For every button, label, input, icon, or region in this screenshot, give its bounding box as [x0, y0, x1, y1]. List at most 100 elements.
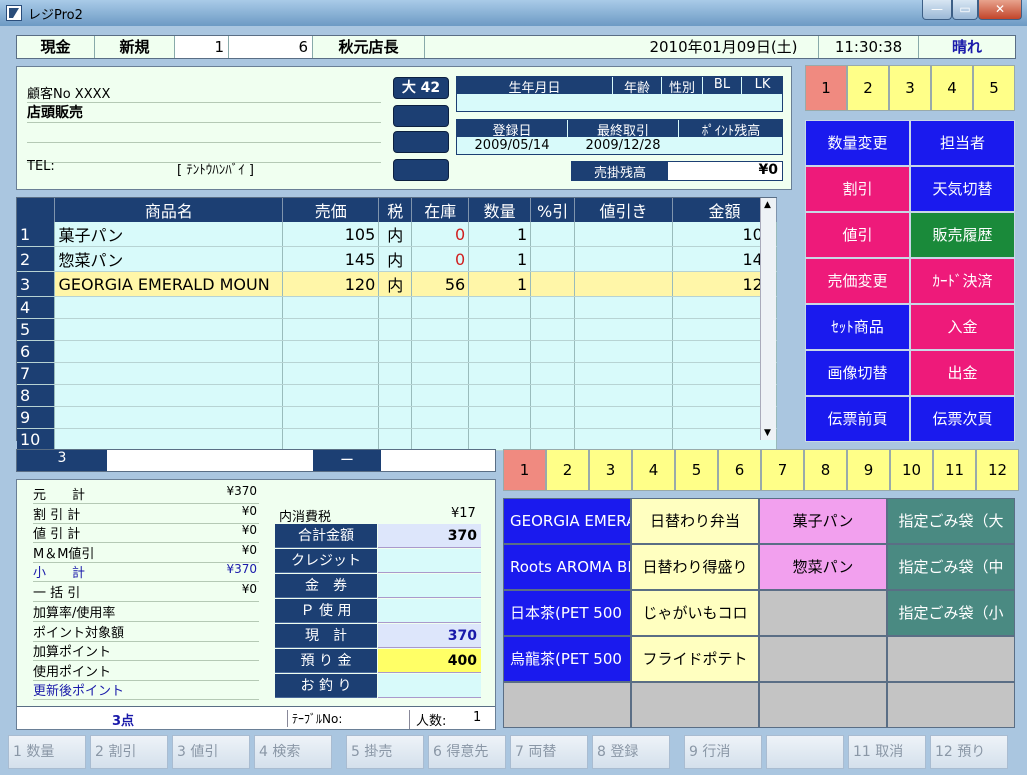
grid-cell[interactable]: [411, 428, 470, 451]
grid-cell[interactable]: [411, 406, 470, 429]
grid-cell[interactable]: 1: [468, 222, 532, 247]
grid-cell[interactable]: 56: [411, 271, 470, 297]
weather-display[interactable]: 晴れ: [919, 36, 1015, 58]
fn-button-2[interactable]: 割引: [805, 166, 910, 212]
grid-cell[interactable]: [282, 362, 380, 385]
function-key-4[interactable]: 4 検索: [254, 735, 332, 769]
grid-cell[interactable]: [378, 406, 413, 429]
grid-cell[interactable]: GEORGIA EMERALD MOUN: [54, 271, 284, 297]
product-page-tab-9[interactable]: 9: [847, 449, 890, 491]
grid-cell[interactable]: [574, 428, 674, 451]
function-key-10[interactable]: [766, 735, 844, 769]
customer-rank-badge[interactable]: 大 42: [393, 77, 449, 99]
table-row[interactable]: 8: [17, 384, 777, 407]
grid-scrollbar[interactable]: ▲ ▼: [760, 198, 776, 440]
pay-value[interactable]: [378, 674, 481, 698]
fn-button-10[interactable]: 画像切替: [805, 350, 910, 396]
grid-cell[interactable]: [530, 318, 576, 341]
grid-cell[interactable]: [282, 340, 380, 363]
grid-cell[interactable]: [574, 271, 674, 297]
product-key[interactable]: 指定ごみ袋（大: [887, 498, 1015, 544]
product-page-tab-7[interactable]: 7: [761, 449, 804, 491]
maximize-button[interactable]: ▭: [952, 0, 978, 20]
product-key[interactable]: 惣菜パン: [759, 544, 887, 590]
product-page-tab-2[interactable]: 2: [546, 449, 589, 491]
table-row[interactable]: 2 惣菜パン 145 内 0 1 145: [17, 246, 777, 272]
grid-cell[interactable]: [54, 340, 284, 363]
product-page-tab-6[interactable]: 6: [718, 449, 761, 491]
product-key[interactable]: [759, 590, 887, 636]
function-key-1[interactable]: 1 数量: [8, 735, 86, 769]
grid-cell[interactable]: [54, 296, 284, 319]
scroll-down-icon[interactable]: ▼: [764, 428, 771, 438]
close-button[interactable]: ✕: [978, 0, 1022, 20]
table-row[interactable]: 10: [17, 428, 777, 451]
grid-cell[interactable]: 120: [282, 271, 380, 297]
page-tab-2[interactable]: 2: [847, 65, 889, 111]
customer-button-2[interactable]: [393, 131, 449, 153]
grid-cell[interactable]: 1: [468, 246, 532, 272]
minimize-button[interactable]: —: [922, 0, 952, 20]
grid-cell[interactable]: [530, 271, 576, 297]
customer-button-3[interactable]: [393, 159, 449, 181]
grid-cell[interactable]: 内: [378, 246, 413, 272]
grid-cell[interactable]: 145: [282, 246, 380, 272]
page-tab-3[interactable]: 3: [889, 65, 931, 111]
grid-cell[interactable]: [468, 362, 532, 385]
grid-cell[interactable]: 1: [468, 271, 532, 297]
grid-cell[interactable]: [282, 406, 380, 429]
grid-cell[interactable]: [530, 296, 576, 319]
fn-button-9[interactable]: 入金: [910, 304, 1015, 350]
page-tab-4[interactable]: 4: [931, 65, 973, 111]
grid-cell[interactable]: [574, 222, 674, 247]
grid-cell[interactable]: 内: [378, 222, 413, 247]
grid-cell[interactable]: [282, 318, 380, 341]
fn-button-1[interactable]: 担当者: [910, 120, 1015, 166]
grid-cell[interactable]: [574, 406, 674, 429]
product-page-tab-3[interactable]: 3: [589, 449, 632, 491]
grid-cell[interactable]: [378, 340, 413, 363]
fn-button-6[interactable]: 売価変更: [805, 258, 910, 304]
fn-button-12[interactable]: 伝票前頁: [805, 396, 910, 442]
table-row[interactable]: 3 GEORGIA EMERALD MOUN 120 内 56 1 120: [17, 271, 777, 297]
grid-cell[interactable]: [411, 296, 470, 319]
page-tab-1[interactable]: 1: [805, 65, 847, 111]
quantity-input[interactable]: [382, 450, 495, 471]
grid-cell[interactable]: [574, 296, 674, 319]
function-key-6[interactable]: 6 得意先: [428, 735, 506, 769]
grid-cell[interactable]: [282, 296, 380, 319]
grid-cell[interactable]: [378, 296, 413, 319]
product-key[interactable]: [631, 682, 759, 728]
grid-cell[interactable]: [468, 296, 532, 319]
grid-cell[interactable]: [411, 340, 470, 363]
fn-button-5[interactable]: 販売履歴: [910, 212, 1015, 258]
function-key-2[interactable]: 2 割引: [90, 735, 168, 769]
scroll-up-icon[interactable]: ▲: [764, 200, 771, 210]
grid-cell[interactable]: [574, 340, 674, 363]
grid-cell[interactable]: [574, 246, 674, 272]
product-page-tab-8[interactable]: 8: [804, 449, 847, 491]
grid-cell[interactable]: 0: [411, 222, 470, 247]
product-key[interactable]: 菓子パン: [759, 498, 887, 544]
fn-button-8[interactable]: ｾｯﾄ商品: [805, 304, 910, 350]
fn-button-7[interactable]: ｶｰﾄﾞ決済: [910, 258, 1015, 304]
page-tab-5[interactable]: 5: [973, 65, 1015, 111]
table-row[interactable]: 4: [17, 296, 777, 319]
grid-cell[interactable]: [530, 362, 576, 385]
fn-button-3[interactable]: 天気切替: [910, 166, 1015, 212]
pay-value[interactable]: [378, 574, 481, 598]
grid-cell[interactable]: [54, 406, 284, 429]
product-key[interactable]: 日本茶(PET 500: [503, 590, 631, 636]
product-page-tab-4[interactable]: 4: [632, 449, 675, 491]
grid-cell[interactable]: [54, 362, 284, 385]
fn-button-11[interactable]: 出金: [910, 350, 1015, 396]
product-key[interactable]: [887, 682, 1015, 728]
grid-cell[interactable]: [530, 246, 576, 272]
grid-cell[interactable]: 菓子パン: [54, 222, 284, 247]
table-row[interactable]: 6: [17, 340, 777, 363]
function-key-3[interactable]: 3 値引: [172, 735, 250, 769]
product-page-tab-10[interactable]: 10: [890, 449, 933, 491]
product-key[interactable]: GEORGIA EMERAL: [503, 498, 631, 544]
grid-cell[interactable]: [468, 428, 532, 451]
grid-cell[interactable]: [468, 384, 532, 407]
